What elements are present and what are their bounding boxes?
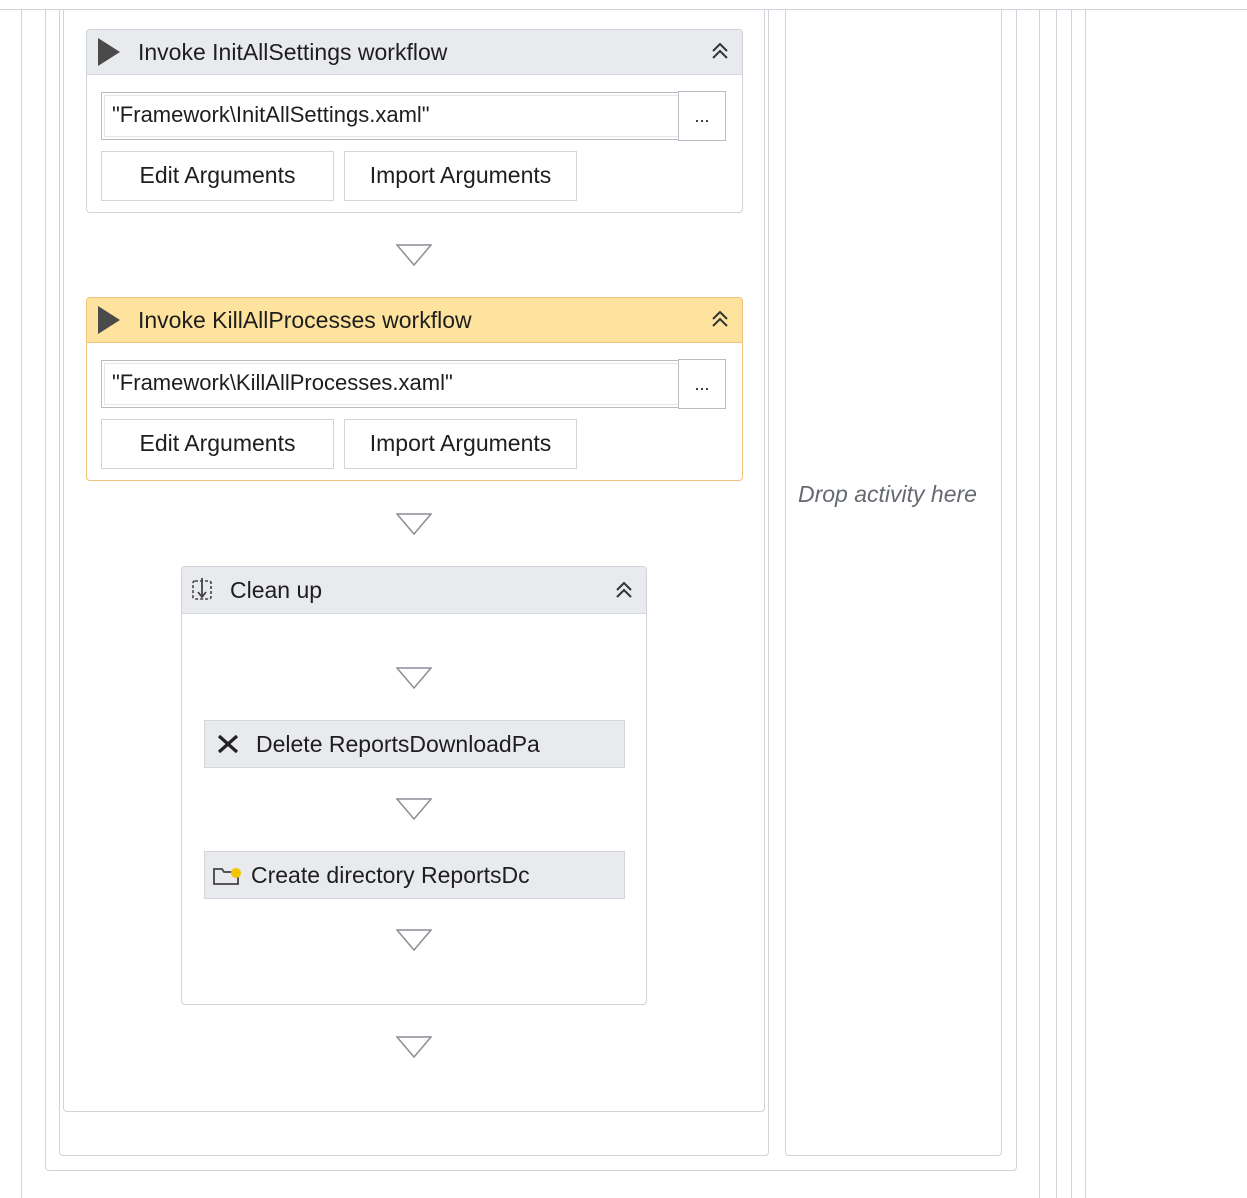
collapse-icon[interactable] [708, 307, 732, 331]
drop-target-arrow-icon[interactable] [396, 929, 432, 951]
activity-label: Create directory ReportsDc [251, 861, 530, 888]
edit-arguments-button[interactable]: Edit Arguments [101, 151, 334, 201]
collapse-icon[interactable] [612, 578, 636, 602]
create-folder-icon [213, 868, 241, 885]
invoke-killallprocesses-activity[interactable]: Invoke KillAllProcesses workflow "Framew… [86, 297, 743, 481]
catch-drop-panel[interactable] [785, 9, 1002, 1156]
guide-line [1056, 9, 1057, 1198]
invoke-workflow-icon [98, 38, 120, 66]
scope-icon [192, 578, 212, 600]
activity-title: Invoke InitAllSettings workflow [138, 38, 448, 65]
guide-line [1071, 9, 1072, 1198]
workflow-path-input[interactable]: "Framework\InitAllSettings.xaml" [101, 92, 683, 140]
scope-title: Clean up [230, 576, 323, 603]
workflow-path-input[interactable]: "Framework\KillAllProcesses.xaml" [101, 360, 683, 408]
edit-arguments-button[interactable]: Edit Arguments [101, 419, 334, 469]
drop-target-arrow-icon[interactable] [396, 798, 432, 820]
invoke-workflow-icon [98, 306, 120, 334]
guide-line [1085, 9, 1086, 1198]
drop-target-arrow-icon[interactable] [396, 667, 432, 689]
drop-activity-hint: Drop activity here [798, 481, 977, 507]
scope-header[interactable]: Clean up [182, 567, 646, 614]
invoke-initallsettings-activity[interactable]: Invoke InitAllSettings workflow "Framewo… [86, 29, 743, 213]
browse-button[interactable]: ... [678, 359, 726, 409]
create-directory-activity[interactable]: Create directory ReportsDc [204, 851, 625, 899]
delete-icon [217, 734, 239, 754]
activity-label: Delete ReportsDownloadPa [256, 730, 540, 757]
activity-header[interactable]: Invoke InitAllSettings workflow [87, 30, 742, 75]
activity-header[interactable]: Invoke KillAllProcesses workflow [87, 298, 742, 343]
drop-target-arrow-icon[interactable] [396, 244, 432, 266]
import-arguments-button[interactable]: Import Arguments [344, 151, 577, 201]
import-arguments-button[interactable]: Import Arguments [344, 419, 577, 469]
guide-line [1039, 9, 1040, 1198]
collapse-icon[interactable] [708, 39, 732, 63]
drop-target-arrow-icon[interactable] [396, 1036, 432, 1058]
delete-activity[interactable]: Delete ReportsDownloadPa [204, 720, 625, 768]
activity-title: Invoke KillAllProcesses workflow [138, 306, 472, 333]
left-guide-line [21, 9, 22, 1198]
drop-target-arrow-icon[interactable] [396, 513, 432, 535]
browse-button[interactable]: ... [678, 91, 726, 141]
